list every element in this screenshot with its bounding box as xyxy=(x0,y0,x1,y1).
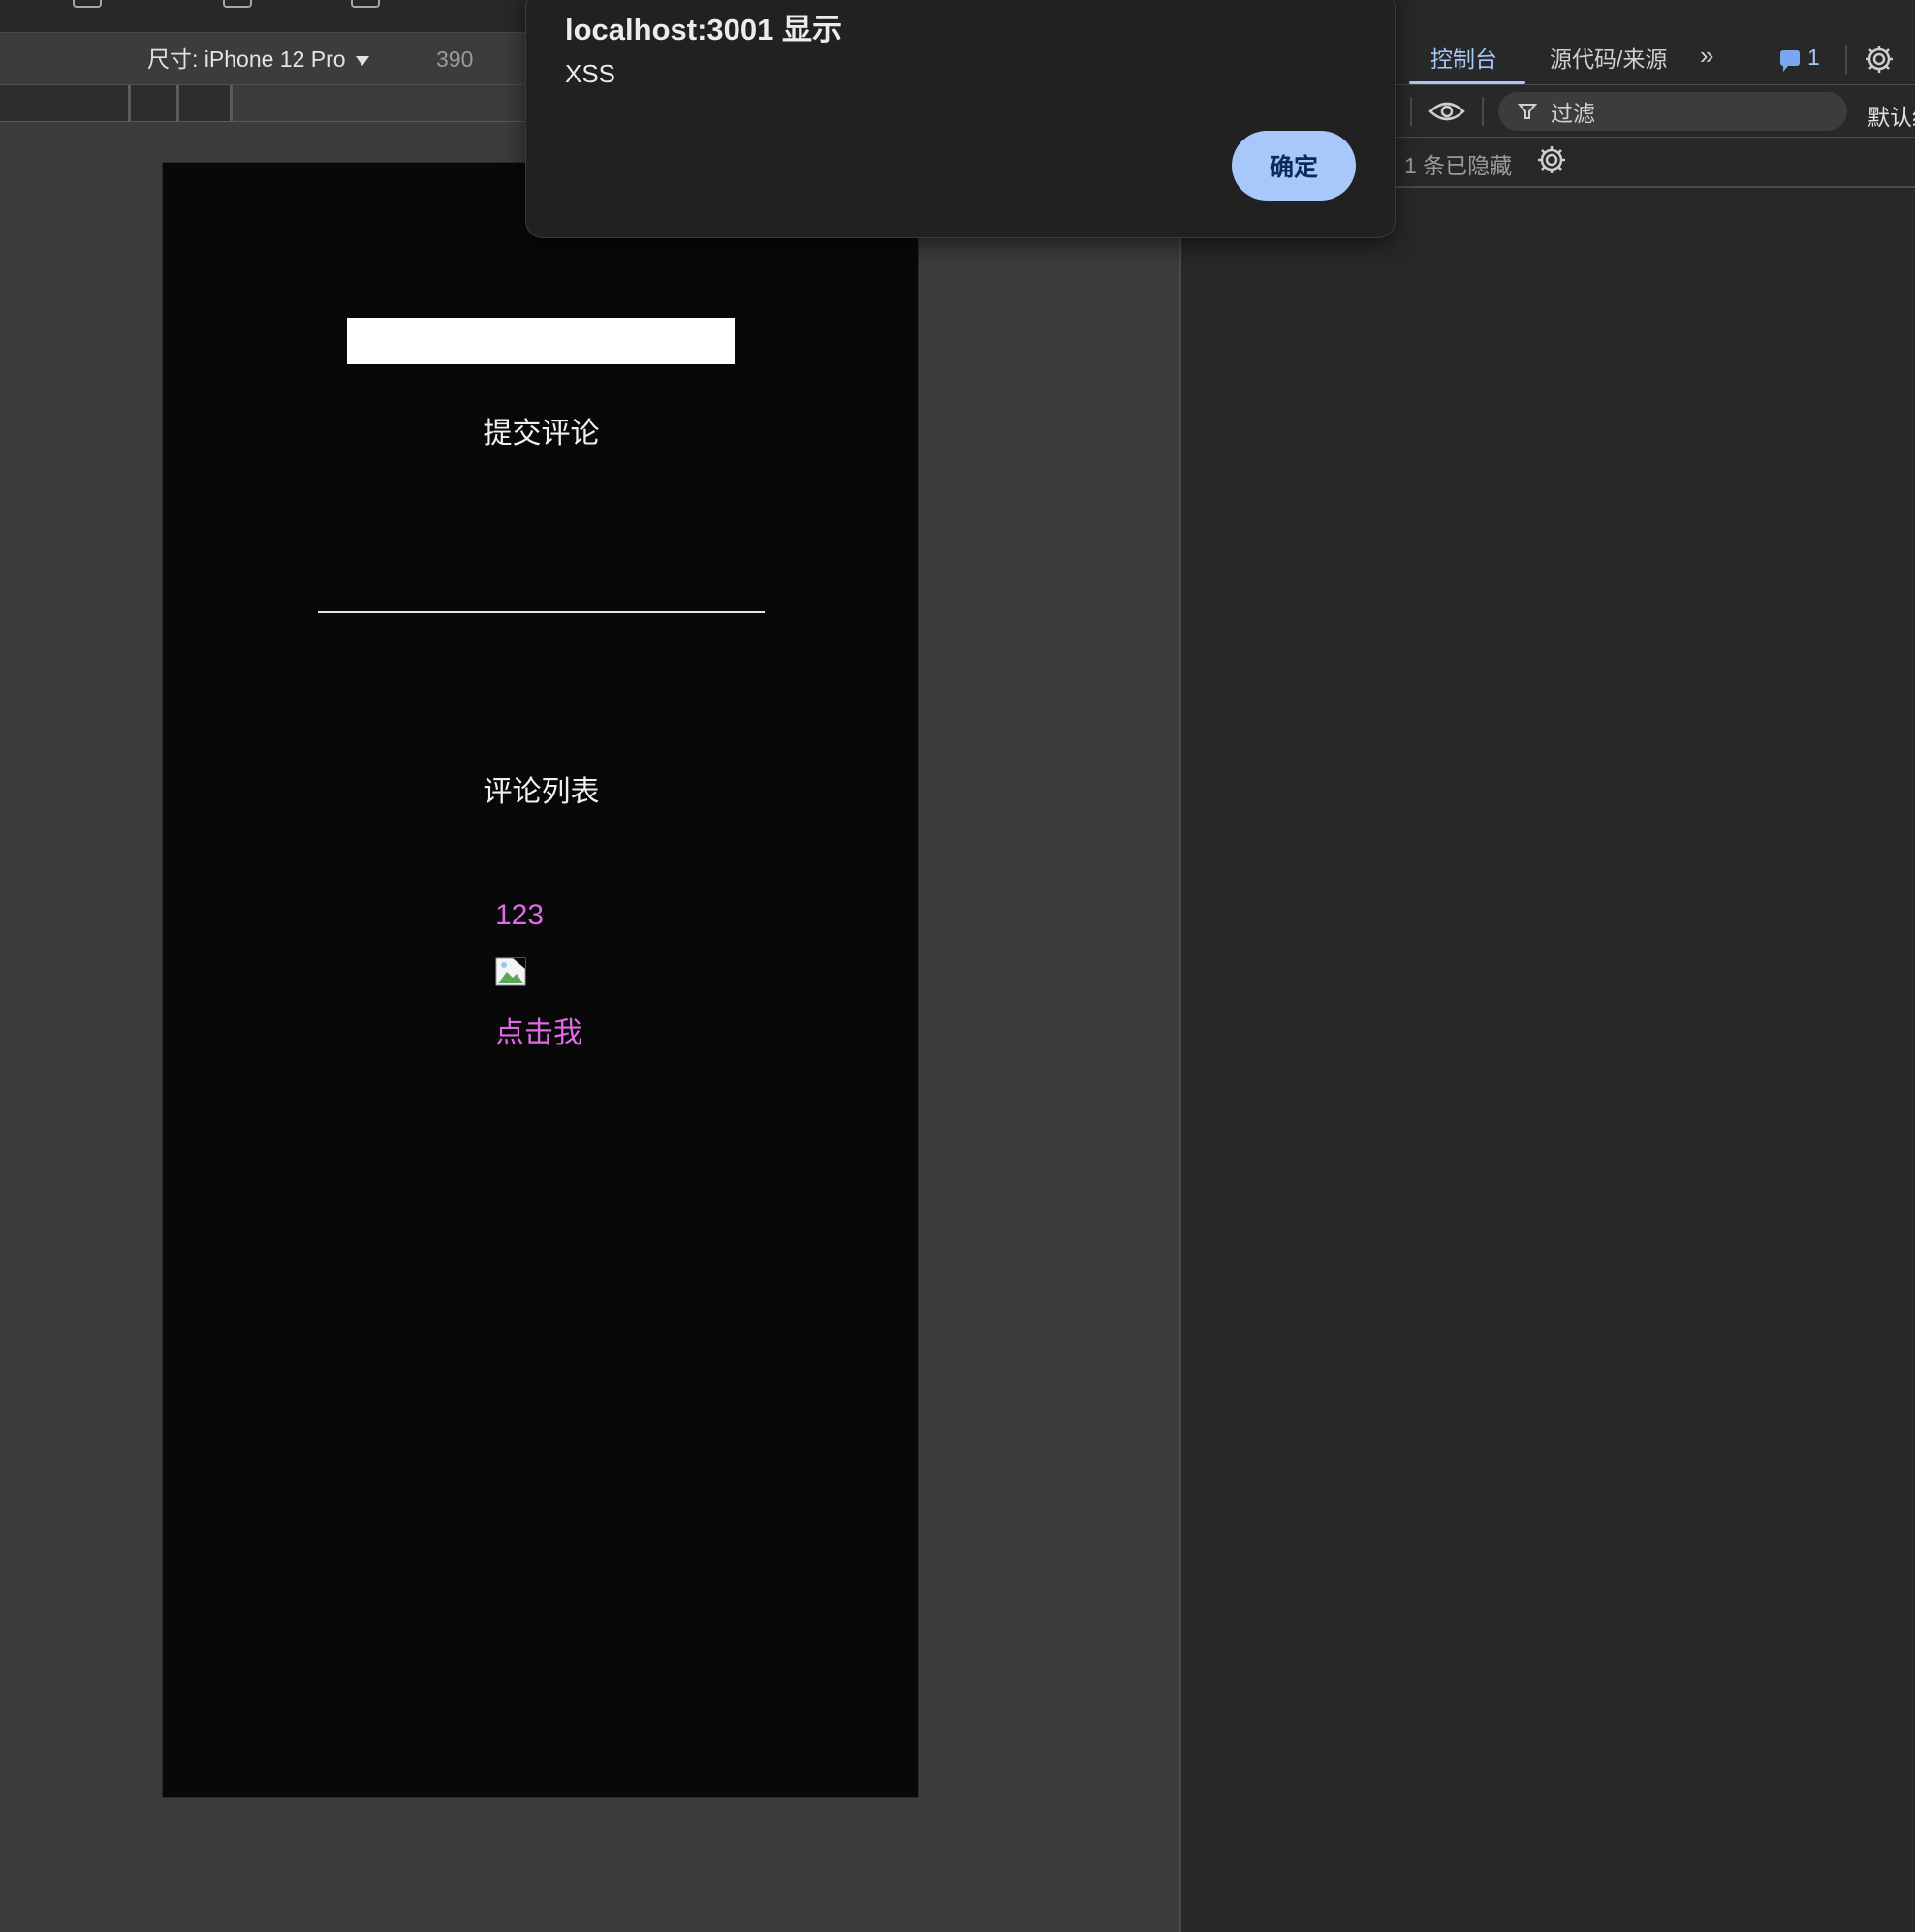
submit-comment-button[interactable]: 提交评论 xyxy=(163,409,920,452)
hidden-messages-count: 1 条已隐藏 xyxy=(1404,153,1513,178)
device-select-label: 尺寸: iPhone 12 Pro xyxy=(147,47,346,72)
alert-ok-button[interactable]: 确定 xyxy=(1232,131,1356,201)
device-emulation-pane: 尺寸: iPhone 12 Pro 390 提交评论 评论列表 123 点击我 xyxy=(0,0,1181,1932)
click-me-link[interactable]: 点击我 xyxy=(495,1009,582,1051)
live-expression-eye-icon[interactable] xyxy=(1428,98,1465,125)
divider xyxy=(318,611,765,613)
separator xyxy=(1482,97,1484,126)
comment-input[interactable] xyxy=(347,318,735,364)
separator xyxy=(1410,97,1412,126)
caret-down-icon xyxy=(355,55,369,66)
ruler-tick xyxy=(230,85,233,121)
ruler-tick xyxy=(128,85,131,121)
broken-image-icon xyxy=(495,957,526,986)
settings-gear-icon[interactable] xyxy=(1863,43,1896,76)
media-query-bar[interactable] xyxy=(0,85,233,121)
emulated-viewport: 提交评论 评论列表 123 点击我 xyxy=(162,162,919,1798)
comment-list-title: 评论列表 xyxy=(483,776,600,808)
log-levels-dropdown[interactable]: 默认级别 xyxy=(1868,99,1915,132)
ruler-tick xyxy=(176,85,179,121)
viewport-width-input[interactable]: 390 xyxy=(436,43,504,76)
issues-counter[interactable]: 1 xyxy=(1780,45,1820,72)
alert-title: localhost:3001 显示 xyxy=(565,13,842,47)
toolbar-icon[interactable] xyxy=(73,0,102,8)
console-filter-input[interactable]: 过滤 xyxy=(1498,92,1847,131)
comment-item: 123 xyxy=(495,899,545,931)
toolbar-icon[interactable] xyxy=(223,0,252,8)
more-tabs-button[interactable]: » xyxy=(1700,41,1713,71)
device-select[interactable]: 尺寸: iPhone 12 Pro xyxy=(147,43,369,76)
message-icon xyxy=(1780,49,1800,72)
active-tab-indicator xyxy=(1409,81,1525,84)
console-settings-gear-icon[interactable] xyxy=(1535,143,1568,176)
alert-message: XSS xyxy=(565,59,616,88)
issues-count: 1 xyxy=(1807,45,1820,70)
devtools-panel: 控制台 源代码/来源 » 1 过滤 默认级别 xyxy=(1181,0,1915,1932)
tab-sources[interactable]: 源代码/来源 xyxy=(1550,43,1667,76)
filter-placeholder: 过滤 xyxy=(1551,101,1595,126)
alert-dialog: localhost:3001 显示 XSS 确定 xyxy=(525,0,1396,238)
filter-funnel-icon xyxy=(1518,104,1537,119)
tab-console[interactable]: 控制台 xyxy=(1430,43,1497,76)
toolbar-icon[interactable] xyxy=(351,0,380,8)
separator xyxy=(1845,45,1847,74)
